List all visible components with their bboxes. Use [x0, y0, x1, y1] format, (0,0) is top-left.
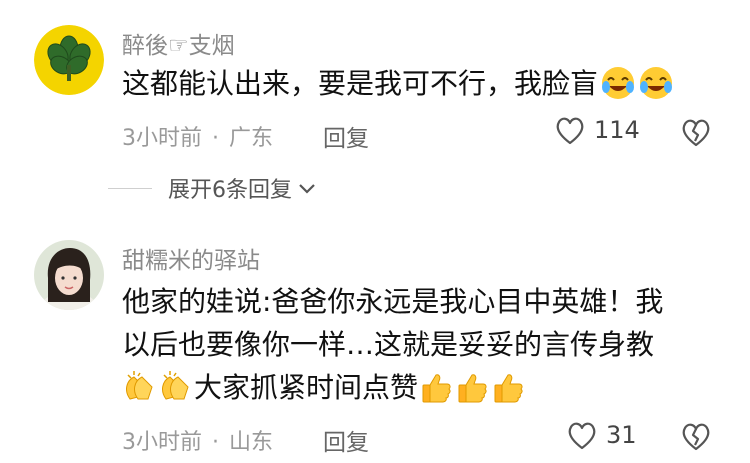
thumbs-up-emoji [456, 371, 490, 417]
avatar[interactable] [34, 25, 104, 95]
clapping-hands-emoji [122, 369, 158, 417]
thumbs-up-emoji [492, 371, 526, 417]
comment-text: 这都能认出来，要是我可不行，我脸盲 [122, 62, 722, 113]
comment-text-line: 以后也要像你一样…这就是妥妥的言传身教 [122, 328, 655, 361]
like-button[interactable]: 114 [554, 115, 640, 145]
timestamp: 3小时前 [122, 126, 202, 151]
expand-replies-button[interactable]: 展开6条回复 [108, 172, 318, 204]
comment-text-line: 大家抓紧时间点赞 [194, 371, 419, 404]
expand-replies-label: 展开6条回复 [168, 178, 292, 203]
thumbs-up-emoji [420, 371, 454, 417]
like-button[interactable]: 31 [566, 420, 637, 450]
laughing-tears-emoji [638, 65, 674, 113]
heart-icon [556, 117, 584, 145]
clapping-hands-emoji [158, 369, 194, 417]
broken-heart-icon[interactable] [680, 117, 712, 147]
comment-text-line: 这都能认出来，要是我可不行，我脸盲 [122, 67, 599, 100]
username[interactable]: 醉後☞支烟 [122, 26, 235, 60]
comment-text: 他家的娃说:爸爸你永远是我心目中英雄！我 以后也要像你一样…这就是妥妥的言传身教… [122, 280, 722, 417]
reply-button[interactable]: 回复 [323, 119, 369, 153]
broken-heart-icon[interactable] [680, 421, 712, 451]
laughing-tears-emoji [600, 65, 636, 113]
comment-meta: 3小时前 · 广东 [122, 120, 273, 152]
separator: · [212, 126, 219, 151]
heart-icon [568, 422, 596, 450]
location: 广东 [229, 126, 274, 151]
comment-text-line-3: 大家抓紧时间点赞 [122, 366, 722, 417]
timestamp: 3小时前 [122, 430, 202, 455]
divider [108, 187, 152, 189]
location: 山东 [229, 430, 274, 455]
comment-meta: 3小时前 · 山东 [122, 424, 273, 456]
username[interactable]: 甜糯米的驿站 [122, 241, 260, 275]
comment-text-line: 他家的娃说:爸爸你永远是我心目中英雄！我 [122, 285, 664, 318]
reply-button[interactable]: 回复 [323, 423, 369, 457]
separator: · [212, 430, 219, 455]
chevron-down-icon [299, 184, 315, 194]
avatar[interactable] [34, 240, 104, 310]
like-count: 114 [594, 116, 640, 144]
like-count: 31 [606, 421, 637, 449]
